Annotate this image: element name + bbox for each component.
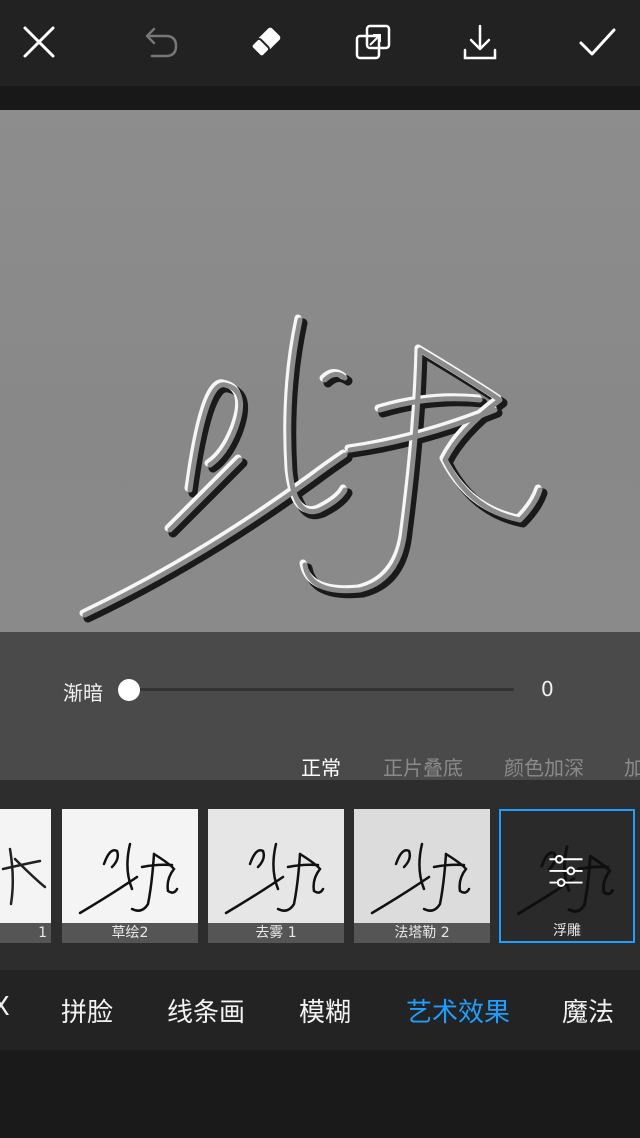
effect-preview-image (78, 842, 179, 915)
download-icon (463, 24, 497, 60)
effect-thumbnail[interactable]: 草绘2 (62, 809, 198, 943)
embossed-signature-artwork (0, 110, 640, 632)
fade-slider-value: 0 (541, 677, 554, 701)
effect-label: 浮雕 (501, 921, 633, 941)
effect-preview-image (224, 842, 325, 915)
effect-preview-image (370, 842, 471, 915)
download-button[interactable] (455, 17, 505, 67)
blend-mode-multiply[interactable]: 正片叠底 (383, 752, 463, 781)
undo-icon (145, 27, 178, 58)
eraser-button[interactable] (241, 17, 291, 67)
tab-category-face-swap[interactable]: 拼脸 (61, 992, 113, 1029)
effect-controls: 渐暗 0 正常 正片叠底 颜色加深 加 (0, 632, 640, 780)
effect-label: 去雾 1 (208, 923, 344, 943)
effect-preview-image (517, 845, 615, 916)
canvas-top-margin (0, 86, 640, 110)
eraser-icon (250, 27, 281, 58)
tab-category-blur[interactable]: 模糊 (299, 992, 351, 1029)
compare-icon (355, 24, 391, 60)
effect-label: 1 (0, 923, 51, 943)
tab-category-line-drawing[interactable]: 线条画 (167, 992, 245, 1029)
close-button[interactable] (14, 17, 64, 67)
compare-button[interactable] (348, 17, 398, 67)
close-icon (23, 26, 55, 58)
effect-thumbnails: 1 草绘2 去雾 1 法塔勒 2 浮雕 (0, 780, 640, 970)
effect-thumbnail-selected[interactable]: 浮雕 (499, 809, 635, 943)
confirm-button[interactable] (572, 17, 622, 67)
blend-mode-color-burn[interactable]: 颜色加深 (504, 752, 584, 781)
tab-category-0[interactable]: X (0, 992, 10, 1022)
effect-label: 法塔勒 2 (354, 923, 490, 943)
tab-category-artistic[interactable]: 艺术效果 (406, 992, 510, 1029)
blend-mode-normal[interactable]: 正常 (301, 752, 341, 781)
effect-thumbnail[interactable]: 1 (0, 809, 51, 943)
tab-category-magic[interactable]: 魔法 (562, 992, 614, 1029)
blend-mode-row: 正常 正片叠底 颜色加深 加 (0, 752, 640, 780)
effect-preview-image (1, 847, 47, 906)
effect-thumbnail[interactable]: 去雾 1 (208, 809, 344, 943)
effect-category-tabs: X 拼脸 线条画 模糊 艺术效果 魔法 (0, 970, 640, 1050)
bottom-bar (0, 1050, 640, 1138)
effect-thumbnail[interactable]: 法塔勒 2 (354, 809, 490, 943)
image-canvas[interactable] (0, 110, 640, 632)
fade-slider-thumb[interactable] (118, 679, 140, 701)
blend-mode-add[interactable]: 加 (624, 752, 640, 781)
fade-slider-label: 渐暗 (63, 681, 103, 705)
effect-label: 草绘2 (62, 923, 198, 943)
undo-button[interactable] (135, 17, 185, 67)
check-icon (579, 28, 616, 56)
top-toolbar (0, 0, 640, 86)
fade-slider-track[interactable] (128, 688, 514, 691)
